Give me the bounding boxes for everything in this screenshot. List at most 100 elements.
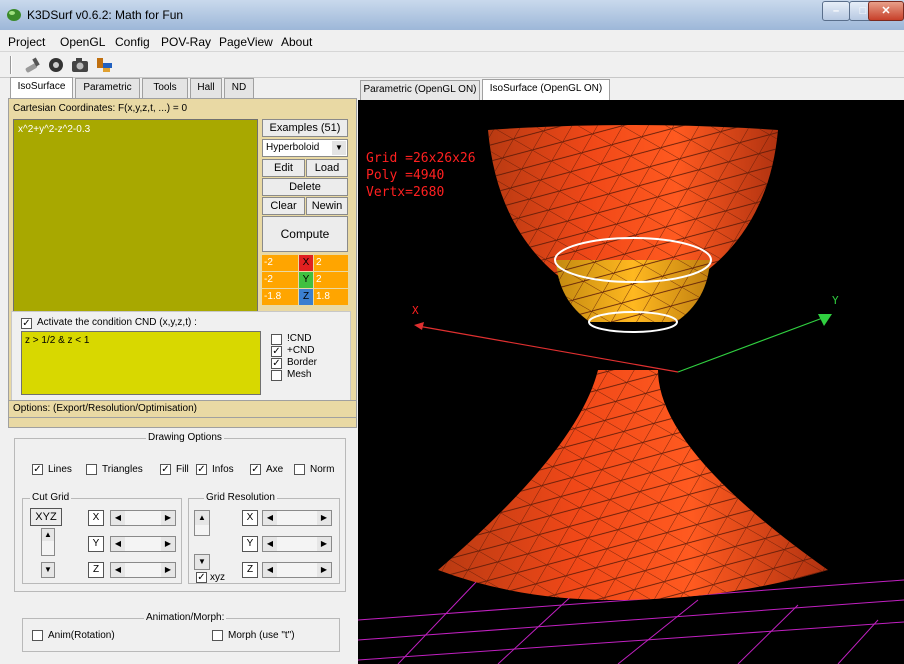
toolbar xyxy=(0,52,904,78)
z-max-field[interactable]: 1.8 xyxy=(314,289,348,305)
condition-field[interactable]: z > 1/2 & z < 1 xyxy=(21,331,261,395)
vertex-info: Vertx=2680 xyxy=(366,185,445,200)
norm-checkbox[interactable] xyxy=(294,464,305,475)
chevron-down-icon[interactable]: ▼ xyxy=(332,141,346,155)
mesh-label: Mesh xyxy=(287,369,312,380)
condition-label: Activate the condition CND (x,y,z,t) : xyxy=(37,317,197,328)
compute-button[interactable]: Compute xyxy=(262,216,348,252)
cut-z-button[interactable]: Z xyxy=(88,562,104,578)
menu-povray[interactable]: POV-Ray xyxy=(161,35,211,49)
cut-z-slider[interactable]: ◀ ▶ xyxy=(110,562,176,578)
close-button[interactable]: ✕ xyxy=(868,1,904,21)
z-min-field[interactable]: -1.8 xyxy=(262,289,298,305)
axe-checkbox[interactable]: ✓ xyxy=(250,464,261,475)
arrow-right-icon[interactable]: ▶ xyxy=(317,563,331,577)
arrow-down-icon[interactable]: ▼ xyxy=(195,555,209,569)
newin-button[interactable]: Newin xyxy=(306,197,348,215)
menu-project[interactable]: Project xyxy=(8,35,45,49)
y-min-field[interactable]: -2 xyxy=(262,272,298,288)
tab-isosurface-gl[interactable]: IsoSurface (OpenGL ON) xyxy=(482,79,610,101)
triangles-checkbox[interactable] xyxy=(86,464,97,475)
arrow-left-icon[interactable]: ◀ xyxy=(263,563,277,577)
lines-checkbox[interactable]: ✓ xyxy=(32,464,43,475)
tab-hall[interactable]: Hall xyxy=(190,78,222,98)
tab-isosurface[interactable]: IsoSurface xyxy=(10,77,73,99)
y-axis-label: Y xyxy=(832,294,839,307)
tab-parametric-gl[interactable]: Parametric (OpenGL ON) xyxy=(360,80,480,100)
cut-y-slider[interactable]: ◀ ▶ xyxy=(110,536,176,552)
arrow-right-icon[interactable]: ▶ xyxy=(161,537,175,551)
options-bar[interactable]: Options: (Export/Resolution/Optimisation… xyxy=(8,400,357,418)
morph-checkbox[interactable] xyxy=(212,630,223,641)
brush-icon[interactable] xyxy=(22,55,42,75)
anim-rotation-label: Anim(Rotation) xyxy=(48,630,115,641)
delete-button[interactable]: Delete xyxy=(262,178,348,196)
edit-button[interactable]: Edit xyxy=(262,159,305,177)
grid-res-vscroll[interactable]: ▲ xyxy=(194,510,210,536)
lines-label: Lines xyxy=(48,464,72,475)
x-max-field[interactable]: 2 xyxy=(314,255,348,271)
arrow-right-icon[interactable]: ▶ xyxy=(317,537,331,551)
cut-grid-title: Cut Grid xyxy=(30,492,72,503)
toolbar-grip xyxy=(10,56,12,74)
arrow-up-icon[interactable]: ▲ xyxy=(195,511,209,525)
x-min-field[interactable]: -2 xyxy=(262,255,298,271)
menu-opengl[interactable]: OpenGL xyxy=(60,35,105,49)
fill-checkbox[interactable]: ✓ xyxy=(160,464,171,475)
y-max-field[interactable]: 2 xyxy=(314,272,348,288)
cut-grid-vscroll-down[interactable]: ▼ xyxy=(41,562,55,578)
res-x-button[interactable]: X xyxy=(242,510,258,526)
arrow-left-icon[interactable]: ◀ xyxy=(263,537,277,551)
menu-about[interactable]: About xyxy=(281,35,312,49)
cut-y-button[interactable]: Y xyxy=(88,536,104,552)
infos-checkbox[interactable]: ✓ xyxy=(196,464,207,475)
xyz-checkbox[interactable]: ✓ xyxy=(196,572,207,583)
load-button[interactable]: Load xyxy=(306,159,348,177)
grid-res-vscroll-down[interactable]: ▼ xyxy=(194,554,210,570)
clear-button[interactable]: Clear xyxy=(262,197,305,215)
res-x-slider[interactable]: ◀ ▶ xyxy=(262,510,332,526)
coords-label: Cartesian Coordinates: F(x,y,z,t, ...) =… xyxy=(13,103,188,114)
cut-x-button[interactable]: X xyxy=(88,510,104,526)
tab-nd[interactable]: ND xyxy=(224,78,254,98)
arrow-right-icon[interactable]: ▶ xyxy=(161,563,175,577)
example-select-value: Hyperboloid xyxy=(266,142,320,153)
border-label: Border xyxy=(287,357,318,368)
tab-tools[interactable]: Tools xyxy=(142,78,188,98)
menu-config[interactable]: Config xyxy=(115,35,150,49)
examples-button[interactable]: Examples (51) xyxy=(262,119,348,137)
condition-checkbox[interactable]: ✓ xyxy=(21,318,32,329)
x-axis-label: X xyxy=(412,304,419,317)
paint-icon[interactable] xyxy=(94,55,114,75)
arrow-up-icon[interactable]: ▲ xyxy=(42,529,54,541)
cut-x-slider[interactable]: ◀ ▶ xyxy=(110,510,176,526)
menu-pageview[interactable]: PageView xyxy=(219,35,273,49)
not-cnd-checkbox[interactable] xyxy=(271,334,282,345)
arrow-right-icon[interactable]: ▶ xyxy=(161,511,175,525)
arrow-down-icon[interactable]: ▼ xyxy=(42,563,54,577)
xyz-button[interactable]: XYZ xyxy=(30,508,62,526)
res-z-slider[interactable]: ◀ ▶ xyxy=(262,562,332,578)
plus-cnd-checkbox[interactable]: ✓ xyxy=(271,346,282,357)
arrow-right-icon[interactable]: ▶ xyxy=(317,511,331,525)
anim-rotation-checkbox[interactable] xyxy=(32,630,43,641)
minimize-button[interactable]: – xyxy=(822,1,850,21)
cut-grid-vscroll[interactable]: ▲ xyxy=(41,528,55,556)
res-y-button[interactable]: Y xyxy=(242,536,258,552)
example-select[interactable]: Hyperboloid ▼ xyxy=(262,139,348,157)
res-y-slider[interactable]: ◀ ▶ xyxy=(262,536,332,552)
arrow-left-icon[interactable]: ◀ xyxy=(263,511,277,525)
right-tabs: Parametric (OpenGL ON) IsoSurface (OpenG… xyxy=(358,78,904,101)
mesh-checkbox[interactable] xyxy=(271,370,282,381)
arrow-left-icon[interactable]: ◀ xyxy=(111,511,125,525)
render-info: Grid =26x26x26 Poly =4940 Vertx=2680 xyxy=(366,150,476,201)
arrow-left-icon[interactable]: ◀ xyxy=(111,537,125,551)
equation-field[interactable]: x^2+y^2-z^2-0.3 xyxy=(13,119,258,315)
res-z-button[interactable]: Z xyxy=(242,562,258,578)
border-checkbox[interactable]: ✓ xyxy=(271,358,282,369)
opengl-viewport[interactable]: X Y Grid =26x26x26 Poly =4940 Vertx=2680 xyxy=(358,100,904,664)
camera-icon[interactable] xyxy=(70,55,90,75)
tab-parametric[interactable]: Parametric xyxy=(75,78,140,98)
gear-icon[interactable] xyxy=(46,55,66,75)
arrow-left-icon[interactable]: ◀ xyxy=(111,563,125,577)
